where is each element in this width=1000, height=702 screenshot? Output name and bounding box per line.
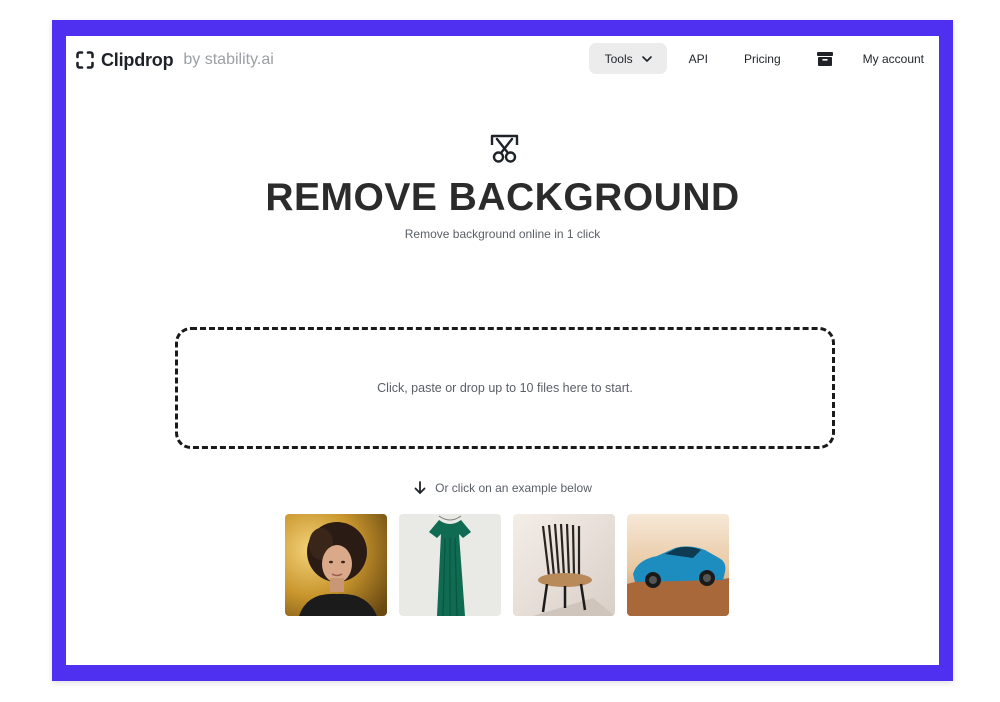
browser-frame: Clipdrop by stability.ai Tools API Prici… [52,20,953,681]
my-account-link[interactable]: My account [863,52,924,66]
page-title: REMOVE BACKGROUND [265,176,740,219]
api-link[interactable]: API [689,52,708,66]
chevron-down-icon [641,55,652,62]
example-wooden-chair[interactable] [513,514,615,616]
example-portrait[interactable] [285,514,387,616]
example-hint-text: Or click on an example below [435,481,592,495]
pricing-link[interactable]: Pricing [744,52,781,66]
blue-car-photo [627,514,729,616]
tools-menu-button[interactable]: Tools [588,43,667,74]
brand-name: Clipdrop [101,49,174,70]
brand-suffix: by stability.ai [183,51,274,68]
archive-icon[interactable] [816,51,833,66]
arrow-down-icon [414,481,426,494]
brand-logo[interactable]: Clipdrop by stability.ai [75,49,274,71]
wooden-chair-photo [513,514,615,616]
top-header: Clipdrop by stability.ai Tools API Prici… [66,36,939,82]
dropzone-text: Click, paste or drop up to 10 files here… [377,381,633,395]
portrait-photo [285,514,387,616]
clipdrop-logo-icon [76,51,94,69]
green-dress-photo [399,514,501,616]
main-nav: Tools API Pricing My account [588,43,939,74]
example-green-dress[interactable] [399,514,501,616]
example-gallery [285,514,729,616]
upload-dropzone[interactable]: Click, paste or drop up to 10 files here… [175,327,835,449]
scissors-cut-icon [490,134,519,163]
example-blue-car[interactable] [627,514,729,616]
app-page: Clipdrop by stability.ai Tools API Prici… [66,36,939,665]
page-subtitle: Remove background online in 1 click [404,227,601,241]
tools-label: Tools [604,51,633,66]
example-hint: Or click on an example below [66,481,939,495]
